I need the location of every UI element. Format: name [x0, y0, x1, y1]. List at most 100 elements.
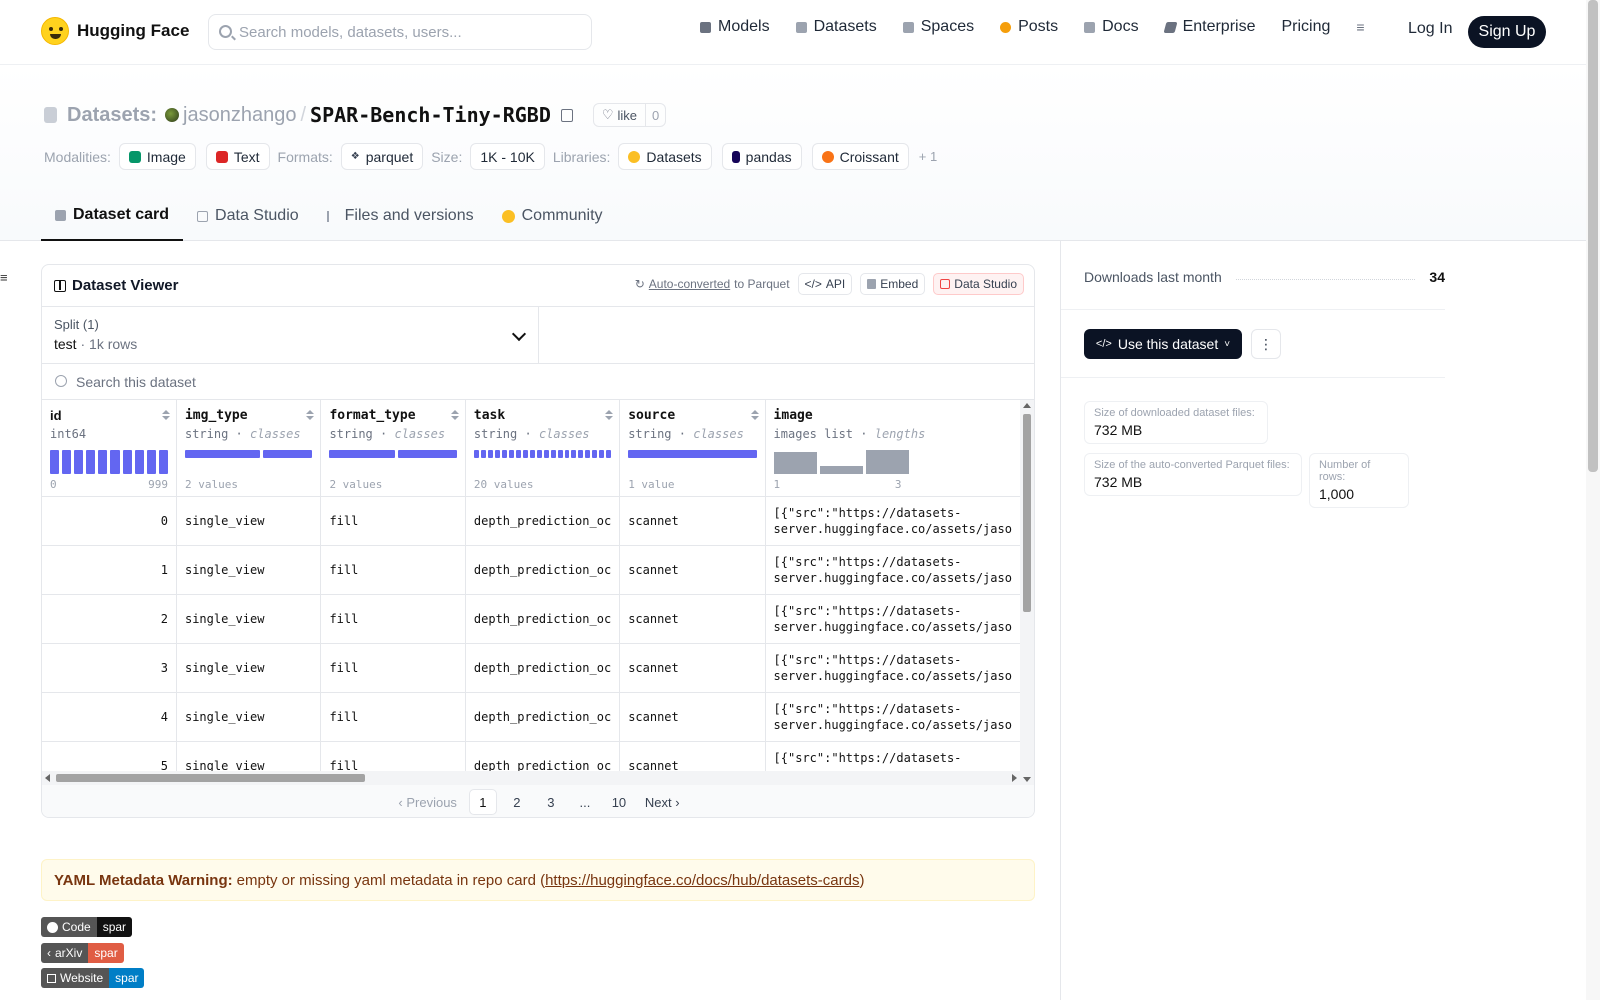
- cell-source[interactable]: scannet: [619, 692, 766, 742]
- auto-converted-link[interactable]: Auto-converted: [649, 277, 730, 291]
- page-scrollbar[interactable]: [1586, 0, 1600, 1000]
- sort-icon[interactable]: [750, 410, 759, 420]
- scroll-down-icon[interactable]: [1023, 777, 1031, 782]
- page-10-button[interactable]: 10: [605, 789, 633, 815]
- histogram[interactable]: [50, 450, 168, 474]
- cell-id[interactable]: 4: [42, 692, 177, 742]
- repo-type-label[interactable]: Datasets:: [67, 104, 157, 127]
- code-badge[interactable]: Code spar: [41, 917, 133, 937]
- vertical-scrollbar[interactable]: [1020, 400, 1034, 785]
- modality-chip-text[interactable]: Text: [205, 143, 270, 170]
- library-chip-croissant[interactable]: Croissant: [811, 143, 909, 170]
- table-row[interactable]: 2 single_view fill depth_prediction_oc scann…: [42, 594, 1020, 644]
- library-chip-datasets[interactable]: Datasets: [618, 143, 712, 170]
- scroll-right-icon[interactable]: [1012, 774, 1017, 782]
- more-libraries-link[interactable]: + 1: [919, 149, 937, 164]
- column-header-image[interactable]: image images list · lengths 13: [765, 400, 1020, 497]
- column-header-source[interactable]: source string · classes 1 value: [619, 400, 766, 497]
- format-chip-parquet[interactable]: ❖ parquet: [340, 143, 424, 170]
- cell-image[interactable]: [{"src":"https://datasets-server.hugging…: [765, 545, 1020, 595]
- cell-id[interactable]: 2: [42, 594, 177, 644]
- scrollbar-thumb[interactable]: [1023, 414, 1031, 612]
- cell-image[interactable]: [{"src":"https://datasets-server.hugging…: [765, 594, 1020, 644]
- nav-datasets[interactable]: Datasets: [795, 18, 877, 36]
- scroll-left-icon[interactable]: [45, 774, 50, 782]
- nav-docs[interactable]: Docs: [1084, 18, 1139, 36]
- cell-format-type[interactable]: fill: [320, 643, 466, 693]
- page-3-button[interactable]: 3: [537, 789, 565, 815]
- nav-enterprise[interactable]: Enterprise: [1163, 18, 1255, 36]
- page-scrollbar-thumb[interactable]: [1588, 0, 1598, 472]
- column-header-id[interactable]: id int64 0 999: [42, 400, 177, 497]
- repo-name-link[interactable]: SPAR-Bench-Tiny-RGBD: [310, 103, 551, 127]
- cell-img-type[interactable]: single_view: [176, 643, 322, 693]
- page-2-button[interactable]: 2: [503, 789, 531, 815]
- table-row[interactable]: 1 single_view fill depth_prediction_oc scann…: [42, 545, 1020, 595]
- nav-more-menu[interactable]: ≡: [1356, 19, 1364, 35]
- cell-task[interactable]: depth_prediction_oc: [465, 643, 621, 693]
- cell-id[interactable]: 0: [42, 496, 177, 546]
- use-this-dataset-button[interactable]: </> Use this dataset ˅: [1084, 329, 1242, 359]
- scrollbar-thumb[interactable]: [56, 774, 365, 782]
- like-toggle[interactable]: ♡ like: [594, 104, 647, 126]
- nav-spaces[interactable]: Spaces: [902, 18, 974, 36]
- size-chip[interactable]: 1K - 10K: [470, 143, 545, 170]
- cell-source[interactable]: scannet: [619, 643, 766, 693]
- cell-image[interactable]: [{"src":"https://datasets-server.hugging…: [765, 496, 1020, 546]
- page-1-button[interactable]: 1: [468, 789, 497, 815]
- cell-id[interactable]: 1: [42, 545, 177, 595]
- cell-img-type[interactable]: single_view: [176, 692, 322, 742]
- cell-img-type[interactable]: single_view: [176, 496, 322, 546]
- cell-format-type[interactable]: fill: [320, 545, 466, 595]
- nav-models[interactable]: Models: [700, 18, 770, 36]
- cell-task[interactable]: depth_prediction_oc: [465, 594, 621, 644]
- cell-format-type[interactable]: fill: [320, 594, 466, 644]
- column-header-task[interactable]: task string · classes 20 values: [465, 400, 621, 497]
- api-button[interactable]: </> API: [797, 273, 853, 295]
- nav-posts[interactable]: Posts: [1000, 18, 1058, 36]
- modality-chip-image[interactable]: Image: [118, 143, 196, 170]
- tab-dataset-card[interactable]: Dataset card: [41, 191, 184, 241]
- table-row[interactable]: 4 single_view fill depth_prediction_oc scann…: [42, 692, 1020, 742]
- sort-icon[interactable]: [450, 410, 459, 420]
- sort-icon[interactable]: [605, 410, 614, 420]
- column-header-format-type[interactable]: format_type string · classes 2 values: [320, 400, 466, 497]
- cell-img-type[interactable]: single_view: [176, 594, 322, 644]
- scroll-up-icon[interactable]: [1023, 403, 1031, 408]
- class-bar[interactable]: [329, 450, 457, 458]
- cell-task[interactable]: depth_prediction_oc: [465, 692, 621, 742]
- website-badge[interactable]: Website spar: [41, 968, 145, 988]
- library-chip-pandas[interactable]: pandas: [721, 143, 802, 170]
- table-row[interactable]: 3 single_view fill depth_prediction_oc scann…: [42, 643, 1020, 693]
- cell-format-type[interactable]: fill: [320, 496, 466, 546]
- class-bar[interactable]: [473, 450, 612, 458]
- like-count[interactable]: 0: [646, 108, 665, 123]
- global-search-input[interactable]: Search models, datasets, users...: [208, 14, 592, 50]
- tab-files-and-versions[interactable]: Files and versions: [313, 191, 488, 241]
- cell-image[interactable]: [{"src":"https://datasets-server.hugging…: [765, 643, 1020, 693]
- cell-source[interactable]: scannet: [619, 545, 766, 595]
- brand-logo-link[interactable]: Hugging Face: [41, 17, 189, 45]
- sort-icon[interactable]: [306, 410, 315, 420]
- table-row[interactable]: 0 single_view fill depth_prediction_oc scann…: [42, 496, 1020, 546]
- nav-pricing[interactable]: Pricing: [1281, 18, 1330, 36]
- cell-source[interactable]: scannet: [619, 594, 766, 644]
- data-studio-button[interactable]: Data Studio: [933, 273, 1024, 295]
- sort-icon[interactable]: [161, 410, 170, 420]
- cell-img-type[interactable]: single_view: [176, 545, 322, 595]
- next-page-button[interactable]: Next ›: [639, 789, 686, 815]
- cell-task[interactable]: depth_prediction_oc: [465, 545, 621, 595]
- dataset-cards-docs-link[interactable]: https://huggingface.co/docs/hub/datasets…: [545, 872, 859, 889]
- copy-icon[interactable]: [560, 108, 573, 122]
- signup-button[interactable]: Sign Up: [1468, 16, 1546, 48]
- like-button[interactable]: ♡ like 0: [592, 103, 667, 127]
- cell-image[interactable]: [{"src":"https://datasets-server.hugging…: [765, 692, 1020, 742]
- dataset-search-input[interactable]: Search this dataset: [42, 364, 1034, 400]
- previous-page-button[interactable]: ‹ Previous: [392, 789, 463, 815]
- arxiv-badge[interactable]: ‹ arXiv spar: [41, 943, 124, 963]
- more-options-button[interactable]: ⋮: [1251, 329, 1281, 359]
- tab-data-studio[interactable]: Data Studio: [183, 191, 313, 241]
- toc-toggle-icon[interactable]: ≡: [0, 270, 10, 285]
- cell-format-type[interactable]: fill: [320, 692, 466, 742]
- cell-id[interactable]: 3: [42, 643, 177, 693]
